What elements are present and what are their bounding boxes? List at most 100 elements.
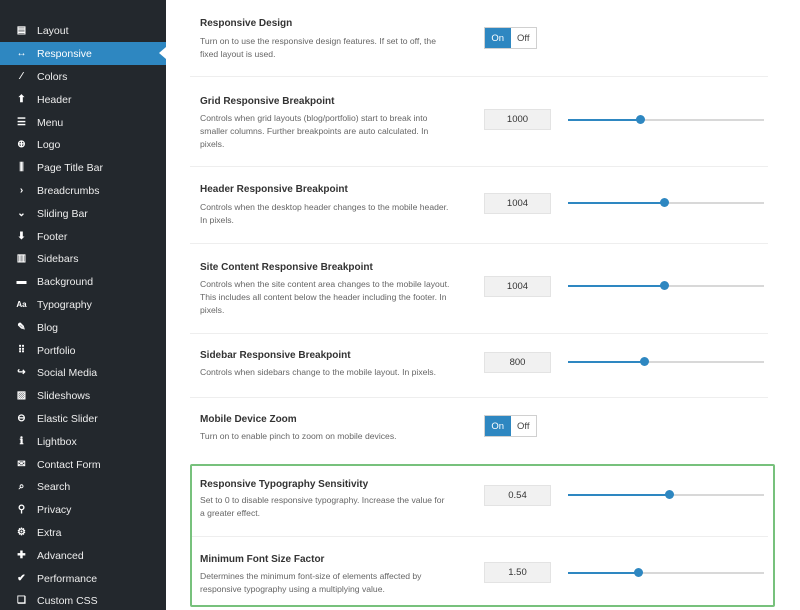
- sidebar-item-slideshows[interactable]: ▨ Slideshows: [0, 384, 166, 407]
- sidebar-item-lightbox[interactable]: ℹ Lightbox: [0, 430, 166, 453]
- slider-handle[interactable]: [636, 115, 646, 124]
- arrows-horizontal-icon: ↔: [16, 47, 27, 59]
- sidebar-item-layout[interactable]: ▤ Layout: [0, 19, 166, 42]
- mobile-zoom-toggle[interactable]: On Off: [484, 415, 537, 437]
- sidebar-item-page-title-bar[interactable]: ⫼ Page Title Bar: [0, 156, 166, 179]
- sidebar-item-menu[interactable]: ☰ Menu: [0, 111, 166, 134]
- toggle-off-button[interactable]: Off: [511, 416, 537, 436]
- toggle-on-button[interactable]: On: [485, 28, 511, 48]
- grid-breakpoint-input[interactable]: 1000: [484, 109, 551, 130]
- typography-icon: Aa: [16, 299, 27, 309]
- elastic-slider-icon: ⊖: [17, 412, 26, 424]
- site-content-breakpoint-input[interactable]: 1004: [484, 276, 551, 297]
- sidebar-breakpoint-slider[interactable]: [568, 357, 764, 367]
- arrow-up-icon: ⬆: [17, 93, 26, 105]
- pencil-icon: ∕: [20, 70, 23, 82]
- setting-site-content-breakpoint: Site Content Responsive Breakpoint Contr…: [190, 244, 768, 334]
- sidebar-item-extra[interactable]: ⚙ Extra: [0, 521, 166, 544]
- sidebar-item-social-media[interactable]: ↪ Social Media: [0, 361, 166, 384]
- toggle-off-button[interactable]: Off: [511, 28, 537, 48]
- responsive-design-toggle[interactable]: On Off: [484, 27, 537, 49]
- toggle-on-button[interactable]: On: [485, 416, 511, 436]
- sidebar-item-logo[interactable]: ⊕ Logo: [0, 133, 166, 156]
- sidebar-item-label: Background: [37, 275, 94, 288]
- sidebar-item-label: Page Title Bar: [37, 161, 103, 174]
- arrow-down-icon: ⬇: [17, 230, 26, 242]
- sidebar-item-advanced[interactable]: ✚ Advanced: [0, 544, 166, 567]
- setting-typography-sensitivity: Responsive Typography Sensitivity Set to…: [190, 464, 768, 537]
- plus-circle-icon: ⊕: [17, 138, 26, 150]
- slider-handle[interactable]: [659, 198, 669, 207]
- chevron-right-icon: ›: [19, 184, 24, 196]
- slider-fill: [568, 119, 641, 121]
- sidebar-item-background[interactable]: ▬ Background: [0, 270, 166, 293]
- typography-sensitivity-slider[interactable]: [568, 490, 764, 500]
- sidebar-item-sliding-bar[interactable]: ⌄ Sliding Bar: [0, 202, 166, 225]
- header-breakpoint-slider[interactable]: [568, 198, 764, 208]
- setting-description: Turn on to enable pinch to zoom on mobil…: [200, 431, 397, 441]
- image-icon: ▨: [16, 389, 27, 401]
- sidebar-item-label: Privacy: [37, 503, 72, 516]
- slider-handle[interactable]: [639, 357, 649, 366]
- sidebar-item-label: Menu: [37, 116, 64, 129]
- sidebar-item-label: Sliding Bar: [37, 207, 88, 220]
- setting-title: Mobile Device Zoom: [200, 414, 297, 425]
- sidebar-item-header[interactable]: ⬆ Header: [0, 88, 166, 111]
- typography-sensitivity-input[interactable]: 0.54: [484, 485, 551, 506]
- min-font-size-factor-input[interactable]: 1.50: [484, 562, 551, 583]
- sidebar-item-label: Custom CSS: [37, 594, 98, 607]
- sidebar-item-label: Responsive: [37, 47, 92, 60]
- sidebar-item-label: Header: [37, 93, 72, 106]
- sidebar-item-responsive[interactable]: ↔ Responsive: [0, 42, 166, 65]
- sidebar-item-label: Elastic Slider: [37, 412, 98, 425]
- min-font-size-factor-slider[interactable]: [568, 568, 764, 578]
- setting-title: Responsive Typography Sensitivity: [200, 479, 369, 490]
- css3-icon: ❏: [17, 594, 26, 606]
- sidebar-breakpoint-input[interactable]: 800: [484, 352, 551, 373]
- sidebar-item-typography[interactable]: Aa Typography: [0, 293, 166, 316]
- cogs-icon: ⚙: [17, 526, 26, 538]
- sidebar-item-blog[interactable]: ✎ Blog: [0, 316, 166, 339]
- chevron-down-icon: ⌄: [17, 207, 26, 219]
- sidebars-icon: ▥: [16, 252, 27, 264]
- sidebar-item-label: Blog: [37, 321, 59, 334]
- search-icon: ⌕: [18, 480, 25, 492]
- slider-handle[interactable]: [659, 281, 669, 290]
- setting-title: Sidebar Responsive Breakpoint: [200, 350, 351, 361]
- sidebar-item-breadcrumbs[interactable]: › Breadcrumbs: [0, 179, 166, 202]
- sidebar-item-contact-form[interactable]: ✉ Contact Form: [0, 453, 166, 476]
- sidebar-item-colors[interactable]: ∕ Colors: [0, 65, 166, 88]
- slider-handle[interactable]: [634, 568, 644, 577]
- sidebar-item-label: Layout: [37, 24, 69, 37]
- sidebar-item-sidebars[interactable]: ▥ Sidebars: [0, 247, 166, 270]
- setting-title: Minimum Font Size Factor: [200, 554, 325, 565]
- user-icon: ⚲: [17, 503, 26, 515]
- sidebar-item-label: Breadcrumbs: [37, 184, 100, 197]
- setting-title: Responsive Design: [200, 18, 293, 29]
- header-breakpoint-input[interactable]: 1004: [484, 193, 551, 214]
- setting-description: Determines the minimum font-size of elem…: [200, 571, 422, 594]
- setting-description: Controls when sidebars change to the mob…: [200, 367, 436, 377]
- sidebar-item-elastic-slider[interactable]: ⊖ Elastic Slider: [0, 407, 166, 430]
- sidebar-item-portfolio[interactable]: ⠿ Portfolio: [0, 339, 166, 362]
- sidebar-item-search[interactable]: ⌕ Search: [0, 475, 166, 498]
- grid-breakpoint-slider[interactable]: [568, 115, 764, 125]
- sidebar-item-label: Contact Form: [37, 458, 101, 471]
- sidebar-item-performance[interactable]: ✔ Performance: [0, 567, 166, 590]
- envelope-icon: ✉: [17, 458, 26, 470]
- slider-fill: [568, 494, 670, 496]
- setting-description: Controls when the site content area chan…: [200, 279, 450, 315]
- sidebar-item-footer[interactable]: ⬇ Footer: [0, 225, 166, 248]
- slider-fill: [568, 361, 645, 363]
- setting-min-font-size-factor: Minimum Font Size Factor Determines the …: [190, 537, 768, 607]
- sidebar-item-label: Extra: [37, 526, 62, 539]
- site-content-breakpoint-slider[interactable]: [568, 281, 764, 291]
- sidebar-item-label: Portfolio: [37, 344, 76, 357]
- slider-handle[interactable]: [665, 490, 675, 499]
- sidebar-item-label: Lightbox: [37, 435, 77, 448]
- setting-description: Controls when grid layouts (blog/portfol…: [200, 113, 429, 149]
- sidebar-item-label: Typography: [37, 298, 92, 311]
- sidebar-item-privacy[interactable]: ⚲ Privacy: [0, 498, 166, 521]
- menu-icon: ☰: [17, 116, 26, 128]
- sidebar-item-custom-css[interactable]: ❏ Custom CSS: [0, 589, 166, 610]
